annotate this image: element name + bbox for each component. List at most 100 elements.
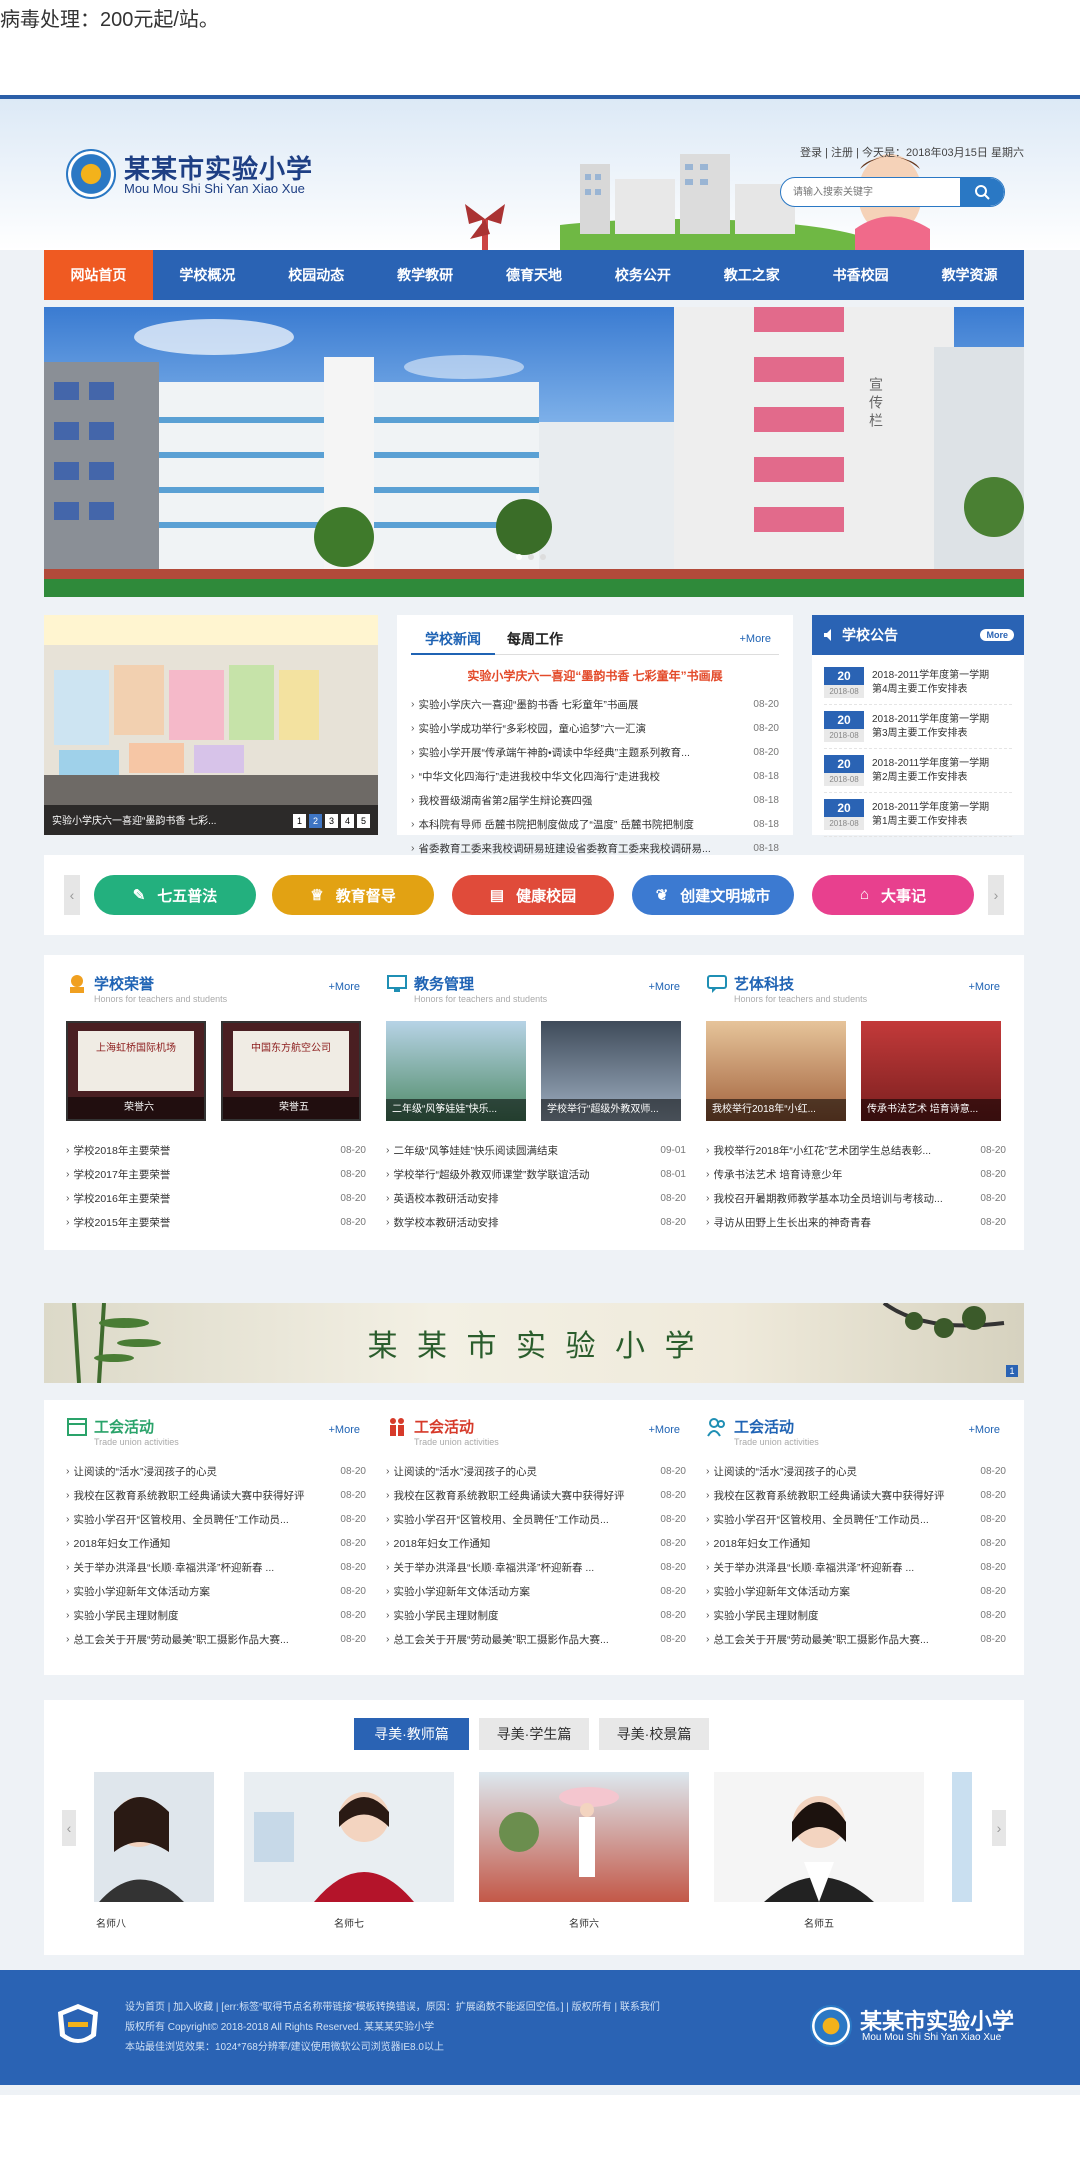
list-item[interactable]: › 2018年妇女工作通知 08-20	[66, 1531, 366, 1555]
quick-prev-button[interactable]: ‹	[64, 875, 80, 915]
showcase-next-button[interactable]: ›	[992, 1810, 1006, 1846]
list-item[interactable]: › 我校在区教育系统教职工经典诵读大赛中获得好评 08-20	[66, 1483, 366, 1507]
nav-item-moral[interactable]: 德育天地	[480, 250, 589, 300]
list-item[interactable]: › 二年级“风筝娃娃”快乐阅读圆满结束 09-01	[386, 1138, 686, 1162]
quick-link-civilized-city[interactable]: ❦ 创建文明城市	[632, 875, 794, 915]
list-item[interactable]: › 实验小学召开“区管校用、全员聘任”工作动员... 08-20	[706, 1507, 1006, 1531]
tab-students[interactable]: 寻美·学生篇	[479, 1718, 589, 1750]
nav-item-reading[interactable]: 书香校园	[806, 250, 915, 300]
quick-next-button[interactable]: ›	[988, 875, 1004, 915]
quick-link-law[interactable]: ✎ 七五普法	[94, 875, 256, 915]
hero-banner[interactable]: 宣传栏	[44, 307, 1024, 597]
school-banner-page[interactable]: 1	[1006, 1365, 1018, 1377]
nav-item-staff[interactable]: 教工之家	[697, 250, 806, 300]
list-item[interactable]: › 关于举办洪泽县“长顺·幸福洪泽”杯迎新春 ... 08-20	[66, 1555, 366, 1579]
list-item[interactable]: › 数学校本教研活动安排 08-20	[386, 1210, 686, 1234]
list-item[interactable]: › 我校晋级湖南省第2届学生辩论赛四强 08-18	[411, 788, 779, 812]
teaching-more-link[interactable]: +More	[649, 981, 681, 993]
slider-page-5[interactable]: 5	[357, 814, 370, 828]
register-link[interactable]: 注册	[831, 147, 853, 159]
list-item[interactable]: › 总工会关于开展“劳动最美”职工摄影作品大赛... 08-20	[66, 1627, 366, 1651]
tab-teachers[interactable]: 寻美·教师篇	[354, 1718, 469, 1750]
teacher-photo-7[interactable]	[244, 1772, 454, 1902]
notice-item[interactable]: 20 2018-08 2018-2011学年度第一学期 第1周主要工作安排表	[824, 793, 1012, 837]
news-headline[interactable]: 实验小学庆六一喜迎“墨韵书香 七彩童年”书画展	[411, 667, 779, 684]
list-item[interactable]: › 总工会关于开展“劳动最美”职工摄影作品大赛... 08-20	[706, 1627, 1006, 1651]
list-item[interactable]: › 学校2015年主要荣誉 08-20	[66, 1210, 366, 1234]
notice-item[interactable]: 20 2018-08 2018-2011学年度第一学期 第2周主要工作安排表	[824, 749, 1012, 793]
list-item[interactable]: › 学校2016年主要荣誉 08-20	[66, 1186, 366, 1210]
list-item[interactable]: › 关于举办洪泽县“长顺·幸福洪泽”杯迎新春 ... 08-20	[386, 1555, 686, 1579]
notice-more-link[interactable]: More	[980, 629, 1014, 641]
list-item[interactable]: › 实验小学成功举行“多彩校园，童心追梦”六一汇演 08-20	[411, 716, 779, 740]
honors-photo-2[interactable]: 中国东方航空公司 荣誉五	[221, 1021, 361, 1121]
tab-campus[interactable]: 寻美·校景篇	[599, 1718, 709, 1750]
list-item[interactable]: › 让阅读的“活水”浸润孩子的心灵 08-20	[386, 1459, 686, 1483]
list-item[interactable]: › “中华文化四海行”走进我校中华文化四海行”走进我校 08-18	[411, 764, 779, 788]
teacher-photo-6[interactable]	[479, 1772, 689, 1902]
nav-item-affairs[interactable]: 校务公开	[588, 250, 697, 300]
list-item[interactable]: › 学校2017年主要荣誉 08-20	[66, 1162, 366, 1186]
nav-item-home[interactable]: 网站首页	[44, 250, 153, 300]
slider-page-2[interactable]: 2	[309, 814, 322, 828]
nav-item-resources[interactable]: 教学资源	[915, 250, 1024, 300]
nav-item-teaching[interactable]: 教学教研	[371, 250, 480, 300]
arts-photo-1[interactable]: 我校举行2018年“小红...	[706, 1021, 846, 1121]
honors-more-link[interactable]: +More	[329, 981, 361, 993]
list-item[interactable]: › 实验小学召开“区管校用、全员聘任”工作动员... 08-20	[386, 1507, 686, 1531]
arts-more-link[interactable]: +More	[969, 981, 1001, 993]
login-link[interactable]: 登录	[800, 147, 822, 159]
slider-caption[interactable]: 实验小学庆六一喜迎“墨韵书香 七彩...	[52, 812, 216, 827]
list-item[interactable]: › 实验小学民主理财制度 08-20	[66, 1603, 366, 1627]
list-item[interactable]: › 我校在区教育系统教职工经典诵读大赛中获得好评 08-20	[706, 1483, 1006, 1507]
list-item[interactable]: › 让阅读的“活水”浸润孩子的心灵 08-20	[706, 1459, 1006, 1483]
list-item[interactable]: › 我校在区教育系统教职工经典诵读大赛中获得好评 08-20	[386, 1483, 686, 1507]
photo-slider[interactable]: 实验小学庆六一喜迎“墨韵书香 七彩... 1 2 3 4 5	[44, 615, 378, 835]
list-item[interactable]: › 实验小学开展“传承端午神韵•调读中华经典”主题系列教育... 08-20	[411, 740, 779, 764]
list-item[interactable]: › 让阅读的“活水”浸润孩子的心灵 08-20	[66, 1459, 366, 1483]
quick-link-health[interactable]: ▤ 健康校园	[452, 875, 614, 915]
quick-link-inspection[interactable]: ♕ 教育督导	[272, 875, 434, 915]
list-item[interactable]: › 总工会关于开展“劳动最美”职工摄影作品大赛... 08-20	[386, 1627, 686, 1651]
list-item[interactable]: › 本科院有导师 岳麓书院把制度做成了“温度” 岳麓书院把制度 08-18	[411, 812, 779, 836]
tab-school-news[interactable]: 学校新闻	[411, 623, 495, 655]
slider-page-3[interactable]: 3	[325, 814, 338, 828]
school-logo-icon[interactable]	[66, 149, 116, 199]
union-more-link[interactable]: +More	[649, 1424, 681, 1436]
slider-page-1[interactable]: 1	[293, 814, 306, 828]
tab-weekly-work[interactable]: 每周工作	[495, 629, 575, 649]
notice-item[interactable]: 20 2018-08 2018-2011学年度第一学期 第4周主要工作安排表	[824, 661, 1012, 705]
list-item[interactable]: › 实验小学迎新年文体活动方案 08-20	[386, 1579, 686, 1603]
search-button[interactable]	[960, 178, 1004, 206]
quick-link-events[interactable]: ⌂ 大事记	[812, 875, 974, 915]
list-item[interactable]: › 寻访从田野上生长出来的神奇青春 08-20	[706, 1210, 1006, 1234]
footer-links[interactable]: 设为首页 | 加入收藏 | [err:标签“取得节点名称带链接”模板转换错误，原…	[125, 1998, 660, 2013]
showcase-prev-button[interactable]: ‹	[62, 1810, 76, 1846]
list-item[interactable]: › 实验小学民主理财制度 08-20	[386, 1603, 686, 1627]
teacher-photo-8[interactable]	[94, 1772, 214, 1902]
list-item[interactable]: › 学校2018年主要荣誉 08-20	[66, 1138, 366, 1162]
teaching-photo-2[interactable]: 学校举行“超级外教双师...	[541, 1021, 681, 1121]
list-item[interactable]: › 实验小学召开“区管校用、全员聘任”工作动员... 08-20	[66, 1507, 366, 1531]
nav-item-campus-news[interactable]: 校园动态	[262, 250, 371, 300]
list-item[interactable]: › 实验小学迎新年文体活动方案 08-20	[706, 1579, 1006, 1603]
arts-photo-2[interactable]: 传承书法艺术 培育诗意...	[861, 1021, 1001, 1121]
search-input[interactable]	[781, 178, 966, 206]
honors-photo-1[interactable]: 上海虹桥国际机场 荣誉六	[66, 1021, 206, 1121]
list-item[interactable]: › 我校举行2018年“小红花”艺术团学生总结表彰... 08-20	[706, 1138, 1006, 1162]
teaching-photo-1[interactable]: 二年级“风筝娃娃”快乐...	[386, 1021, 526, 1121]
list-item[interactable]: › 学校举行“超级外教双师课堂”数学联谊活动 08-01	[386, 1162, 686, 1186]
list-item[interactable]: › 2018年妇女工作通知 08-20	[706, 1531, 1006, 1555]
teacher-photo-5[interactable]	[714, 1772, 924, 1902]
list-item[interactable]: › 实验小学民主理财制度 08-20	[706, 1603, 1006, 1627]
news-more-link[interactable]: +More	[740, 633, 772, 645]
list-item[interactable]: › 英语校本教研活动安排 08-20	[386, 1186, 686, 1210]
nav-item-about[interactable]: 学校概况	[153, 250, 262, 300]
list-item[interactable]: › 关于举办洪泽县“长顺·幸福洪泽”杯迎新春 ... 08-20	[706, 1555, 1006, 1579]
list-item[interactable]: › 传承书法艺术 培育诗意少年 08-20	[706, 1162, 1006, 1186]
union-more-link[interactable]: +More	[329, 1424, 361, 1436]
list-item[interactable]: › 实验小学迎新年文体活动方案 08-20	[66, 1579, 366, 1603]
list-item[interactable]: › 2018年妇女工作通知 08-20	[386, 1531, 686, 1555]
slider-page-4[interactable]: 4	[341, 814, 354, 828]
list-item[interactable]: › 我校召开暑期教师教学基本功全员培训与考核动... 08-20	[706, 1186, 1006, 1210]
